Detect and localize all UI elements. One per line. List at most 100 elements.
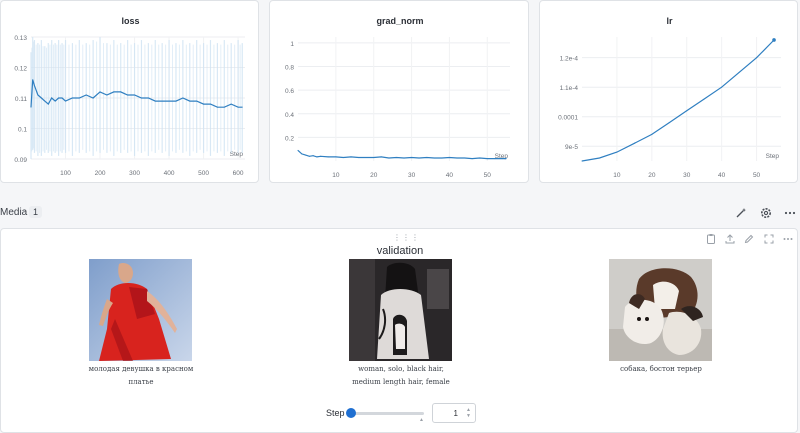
data-point [78, 97, 80, 99]
caption-line: платье [128, 378, 154, 386]
chart-title: lr [666, 16, 673, 26]
caption-dogs: собака, бостон терьер [581, 363, 741, 376]
x-tick-label: 30 [683, 172, 691, 179]
pencil-icon[interactable] [743, 233, 755, 245]
data-point [127, 94, 129, 96]
data-point [494, 158, 496, 160]
caption-line: собака, бостон терьер [620, 365, 702, 373]
data-point [168, 100, 170, 102]
data-point [505, 158, 507, 160]
loss-chart-panel: loss 0.13 0.12 0.11 0.1 0.09 100 200 300 400 500 60… [0, 0, 259, 183]
data-point [92, 97, 94, 99]
validation-image-dogs[interactable] [609, 259, 712, 361]
validation-image-woman-black-hair[interactable] [349, 259, 452, 361]
data-point [316, 156, 318, 158]
step-slider-track[interactable] [351, 412, 424, 415]
data-point [230, 103, 232, 105]
data-point [335, 156, 337, 158]
data-point [209, 103, 211, 105]
media-section-header: Media 1 [0, 200, 800, 228]
y-tick-label: 0.11 [15, 96, 28, 103]
data-point [501, 158, 503, 160]
data-point [85, 94, 87, 96]
step-input-value: 1 [453, 409, 458, 418]
data-point [686, 110, 688, 112]
y-tick-label: 1.1e-4 [560, 85, 579, 92]
y-tick-label: 1 [290, 41, 294, 48]
gear-icon[interactable] [759, 206, 773, 220]
data-point [175, 100, 177, 102]
magic-wand-icon[interactable] [734, 206, 748, 220]
validation-panel-title: validation [376, 245, 424, 257]
slider-end-tick: ▲ [419, 417, 424, 423]
data-point [668, 122, 670, 124]
step-control: Step ▲ 1 ▲ ▼ [1, 403, 799, 423]
data-point [411, 156, 413, 158]
x-tick-label: 100 [60, 170, 71, 177]
x-tick-label: 40 [718, 172, 726, 179]
x-tick-label: 600 [233, 170, 244, 177]
panel-more-icon[interactable] [782, 233, 794, 245]
end-point-marker [772, 38, 776, 42]
data-point [312, 155, 314, 157]
data-point [71, 97, 73, 99]
woman-black-hair-image [349, 259, 452, 361]
data-point [616, 151, 618, 153]
caption-line: молодая девушка в красном [88, 365, 194, 373]
lr-chart-panel: lr 1.2e-4 1.1e-4 0.0001 9e-5 10 20 30 40 50 Step [539, 0, 798, 183]
data-point [297, 149, 299, 151]
caption-line: medium length hair, female [352, 378, 450, 386]
data-point [380, 156, 382, 158]
data-point [373, 156, 375, 158]
x-tick-label: 10 [613, 172, 621, 179]
data-point [203, 103, 205, 105]
data-point [633, 142, 635, 144]
step-slider-thumb[interactable] [346, 408, 356, 418]
data-point [756, 57, 758, 59]
more-options-icon[interactable] [783, 206, 797, 220]
data-point [241, 106, 243, 108]
data-point [651, 133, 653, 135]
step-number-input[interactable]: 1 ▲ ▼ [432, 403, 476, 423]
chart-title: loss [121, 16, 139, 26]
x-tick-label: 50 [753, 172, 761, 179]
data-point [58, 97, 60, 99]
y-tick-label: 0.1 [18, 127, 27, 134]
data-point [721, 86, 723, 88]
x-tick-label: 300 [129, 170, 140, 177]
fullscreen-icon[interactable] [763, 233, 775, 245]
data-point [106, 94, 108, 96]
data-point [61, 97, 63, 99]
y-tick-label: 0.09 [14, 157, 27, 164]
data-point [237, 106, 239, 108]
data-point [37, 94, 39, 96]
validation-media-panel: ⋮⋮⋮ validation молодая девушка в красном… [0, 228, 798, 433]
validation-image-red-dress[interactable] [89, 259, 192, 361]
data-point [40, 97, 42, 99]
grad-norm-chart-panel: grad_norm 1 0.8 0.6 0.4 0.2 10 20 30 40 50 Step [269, 0, 529, 183]
export-icon[interactable] [724, 233, 736, 245]
x-tick-label: 40 [446, 172, 454, 179]
data-point [305, 154, 307, 156]
data-point [120, 91, 122, 93]
y-tick-label: 0.0001 [558, 115, 578, 122]
data-point [65, 100, 67, 102]
data-point [33, 85, 35, 87]
data-point [189, 100, 191, 102]
media-section-title: Media [0, 207, 28, 218]
caption-woman-black-hair: woman, solo, black hair, medium length h… [321, 363, 481, 389]
dogs-image [609, 259, 712, 361]
data-point [365, 156, 367, 158]
data-point [54, 100, 56, 102]
data-point [161, 100, 163, 102]
red-dress-image [89, 259, 192, 361]
stepper-arrows-icon[interactable]: ▲ ▼ [466, 407, 471, 419]
clipboard-icon[interactable] [705, 233, 717, 245]
data-point [456, 157, 458, 159]
data-point [308, 155, 310, 157]
drag-handle-icon[interactable]: ⋮⋮⋮ [393, 233, 420, 242]
data-point [320, 155, 322, 157]
y-tick-label: 0.2 [285, 135, 294, 142]
x-tick-label: 20 [648, 172, 656, 179]
y-tick-label: 0.4 [285, 112, 294, 119]
